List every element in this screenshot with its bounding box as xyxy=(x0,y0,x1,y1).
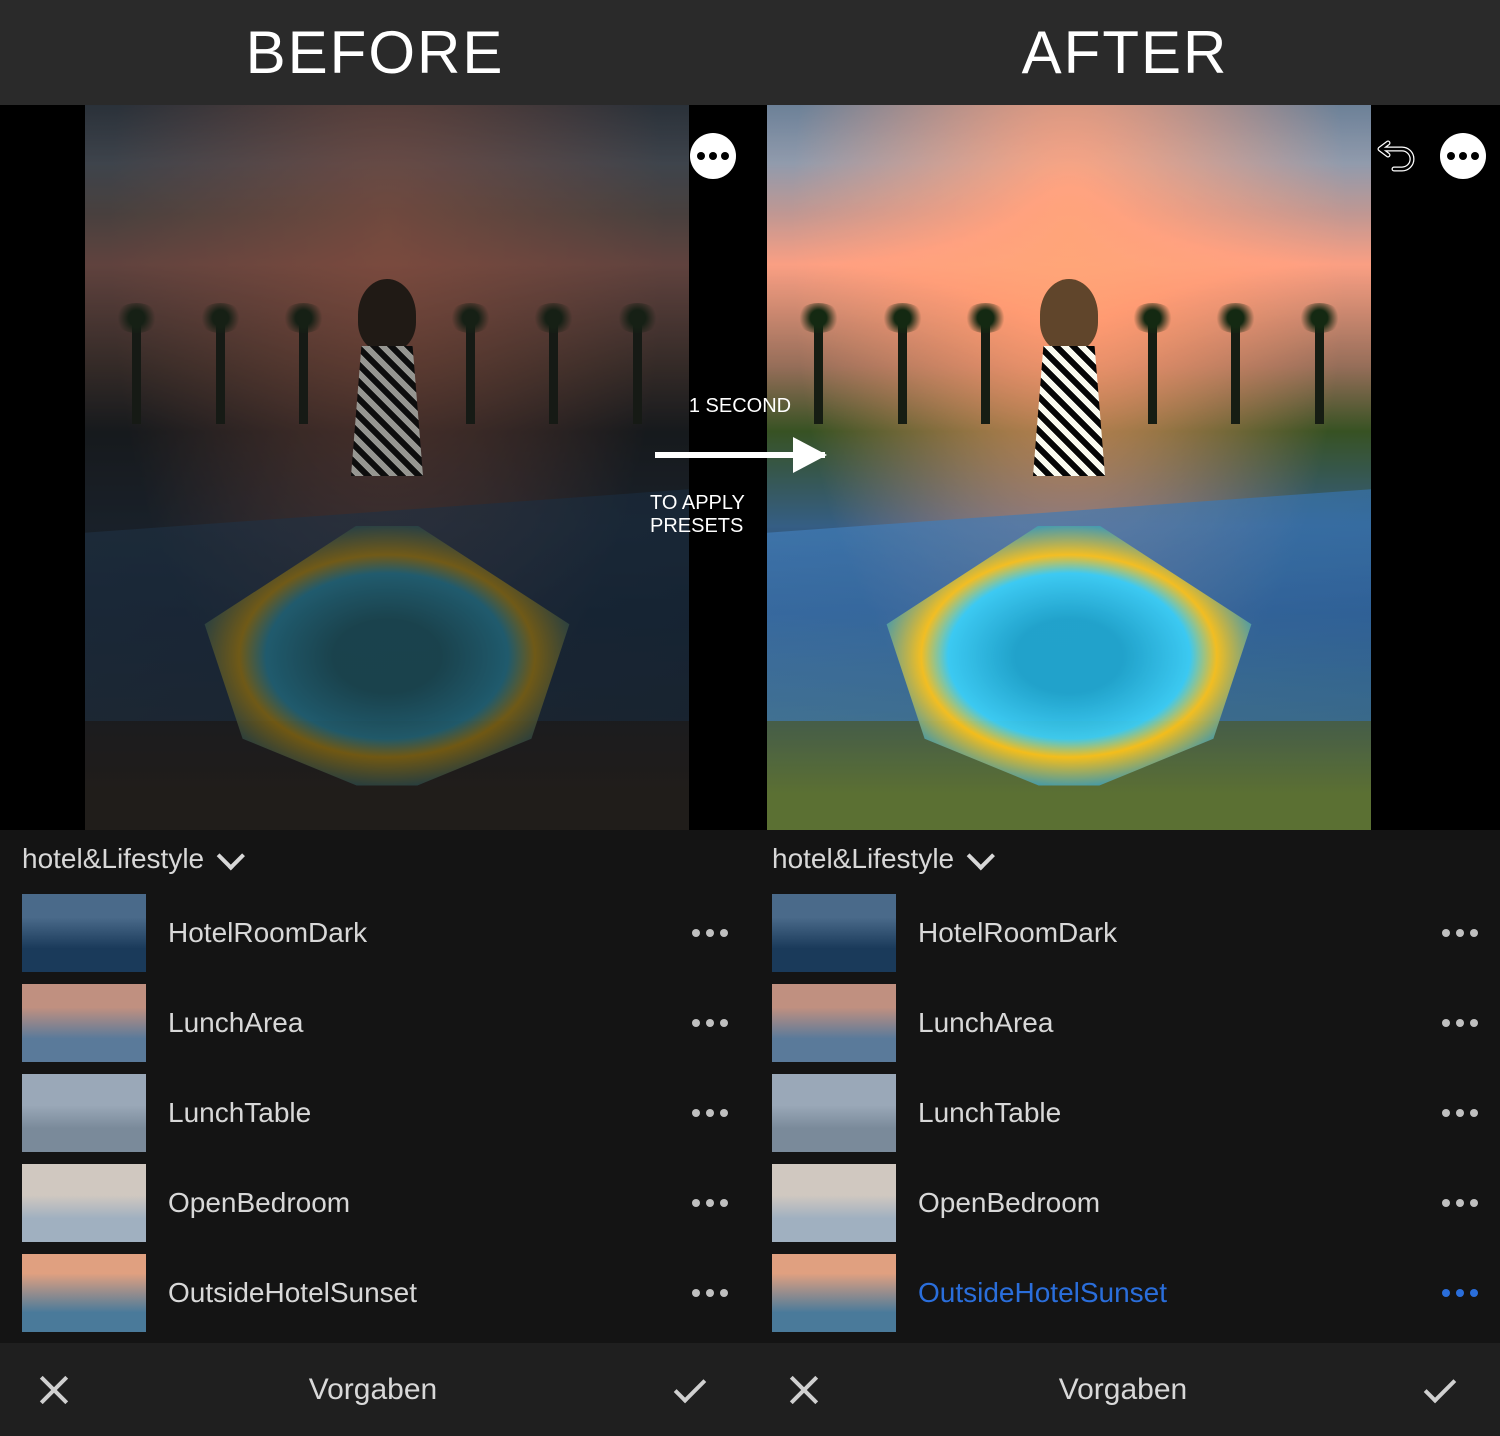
preset-label: LunchTable xyxy=(168,1097,670,1129)
category-label: hotel&Lifestyle xyxy=(772,843,954,875)
preset-item[interactable]: LunchArea xyxy=(750,978,1500,1068)
preset-label: OutsideHotelSunset xyxy=(168,1277,670,1309)
preset-label: HotelRoomDark xyxy=(918,917,1420,949)
preset-more-icon[interactable] xyxy=(1442,1199,1478,1207)
preset-list-after: HotelRoomDark LunchArea LunchTable OpenB… xyxy=(750,888,1500,1343)
preset-label: OpenBedroom xyxy=(918,1187,1420,1219)
preset-more-icon[interactable] xyxy=(692,1289,728,1297)
after-photo[interactable] xyxy=(767,105,1371,830)
preset-thumbnail xyxy=(22,984,146,1062)
before-photo[interactable] xyxy=(85,105,689,830)
preset-item[interactable]: HotelRoomDark xyxy=(750,888,1500,978)
more-icon xyxy=(1447,152,1479,160)
preset-more-icon[interactable] xyxy=(1442,1109,1478,1117)
preset-more-icon[interactable] xyxy=(1442,929,1478,937)
chevron-down-icon xyxy=(217,842,245,870)
bottom-bar-title: Vorgaben xyxy=(1059,1373,1187,1407)
preset-label: LunchTable xyxy=(918,1097,1420,1129)
preset-thumbnail xyxy=(772,1074,896,1152)
preset-label: LunchArea xyxy=(168,1007,670,1039)
before-panel: hotel&Lifestyle HotelRoomDark LunchArea … xyxy=(0,105,750,1436)
preset-thumbnail xyxy=(772,894,896,972)
preset-more-icon[interactable] xyxy=(692,1109,728,1117)
chevron-down-icon xyxy=(967,842,995,870)
preset-item[interactable]: LunchArea xyxy=(0,978,750,1068)
preset-label: HotelRoomDark xyxy=(168,917,670,949)
preset-more-icon[interactable] xyxy=(692,929,728,937)
preset-item[interactable]: OutsideHotelSunset xyxy=(0,1248,750,1338)
preset-item[interactable]: OpenBedroom xyxy=(0,1158,750,1248)
cancel-button[interactable] xyxy=(38,1374,70,1406)
after-image-area xyxy=(750,105,1500,830)
preset-item-selected[interactable]: OutsideHotelSunset xyxy=(750,1248,1500,1338)
preset-more-icon[interactable] xyxy=(1442,1019,1478,1027)
preset-item[interactable]: LunchTable xyxy=(0,1068,750,1158)
bottom-bar-title: Vorgaben xyxy=(309,1373,437,1407)
bottom-bar: Vorgaben xyxy=(0,1343,750,1436)
after-panel: hotel&Lifestyle HotelRoomDark LunchArea … xyxy=(750,105,1500,1436)
before-image-area xyxy=(0,105,750,830)
preset-more-icon[interactable] xyxy=(692,1019,728,1027)
preset-item[interactable]: LunchTable xyxy=(750,1068,1500,1158)
header-before-label: BEFORE xyxy=(0,0,750,105)
cancel-button[interactable] xyxy=(788,1374,820,1406)
preset-thumbnail xyxy=(772,1164,896,1242)
preset-thumbnail xyxy=(772,984,896,1062)
preset-thumbnail xyxy=(22,1164,146,1242)
more-options-button[interactable] xyxy=(1440,133,1486,179)
more-options-button[interactable] xyxy=(690,133,736,179)
undo-icon xyxy=(1376,135,1418,177)
preset-thumbnail xyxy=(22,894,146,972)
preset-more-icon[interactable] xyxy=(692,1199,728,1207)
preset-label: OpenBedroom xyxy=(168,1187,670,1219)
preset-item[interactable]: OpenBedroom xyxy=(750,1158,1500,1248)
preset-thumbnail xyxy=(22,1254,146,1332)
comparison-header: BEFORE AFTER xyxy=(0,0,1500,105)
preset-category-dropdown[interactable]: hotel&Lifestyle xyxy=(0,830,750,888)
undo-button[interactable] xyxy=(1374,133,1420,179)
preset-category-dropdown[interactable]: hotel&Lifestyle xyxy=(750,830,1500,888)
preset-item[interactable]: HotelRoomDark xyxy=(0,888,750,978)
category-label: hotel&Lifestyle xyxy=(22,843,204,875)
bottom-bar: Vorgaben xyxy=(750,1343,1500,1436)
confirm-button[interactable] xyxy=(1426,1372,1462,1408)
confirm-button[interactable] xyxy=(676,1372,712,1408)
preset-more-icon[interactable] xyxy=(1442,1289,1478,1297)
preset-list-before: HotelRoomDark LunchArea LunchTable OpenB… xyxy=(0,888,750,1343)
preset-thumbnail xyxy=(772,1254,896,1332)
more-icon xyxy=(697,152,729,160)
preset-label: LunchArea xyxy=(918,1007,1420,1039)
preset-label: OutsideHotelSunset xyxy=(918,1277,1420,1309)
preset-thumbnail xyxy=(22,1074,146,1152)
header-after-label: AFTER xyxy=(750,0,1500,105)
